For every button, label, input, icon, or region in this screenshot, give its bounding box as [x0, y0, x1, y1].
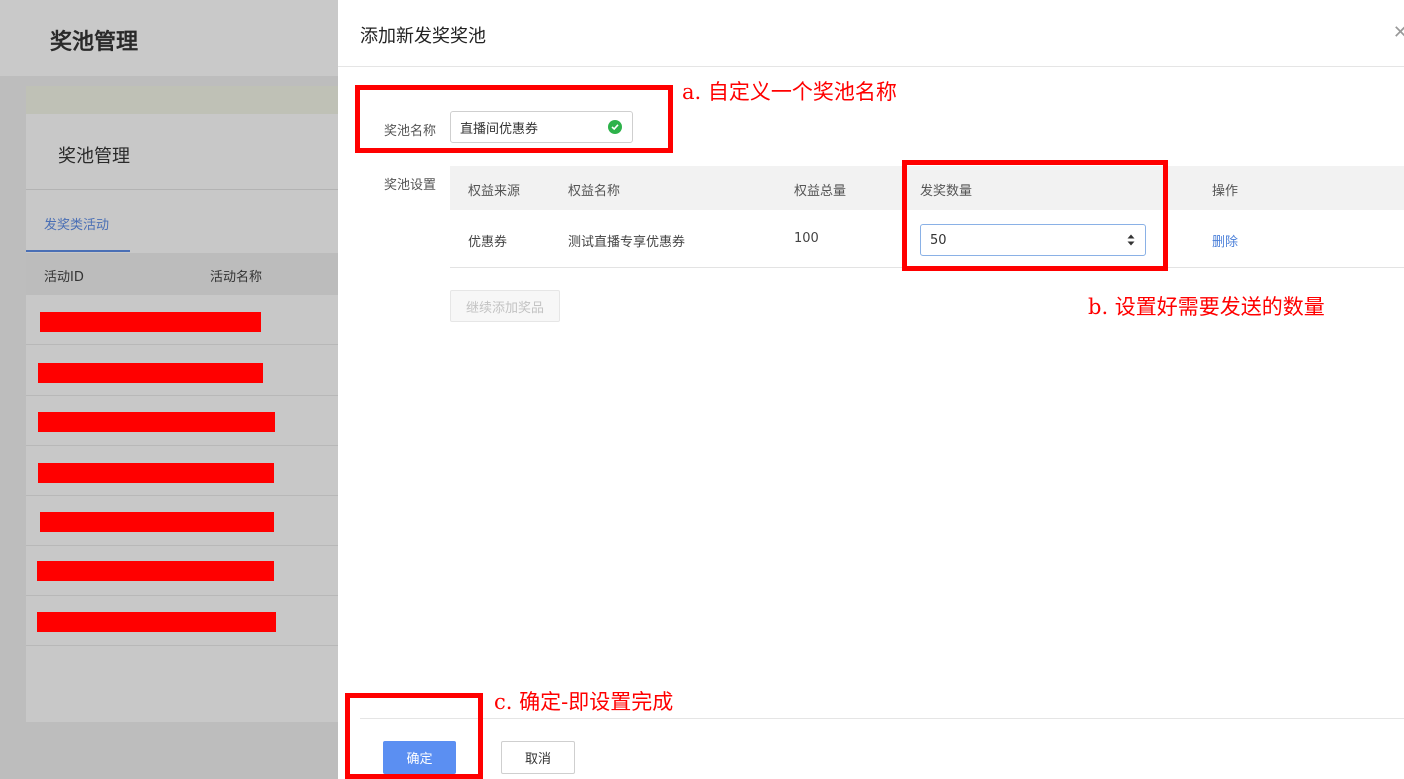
background-table-header: 活动ID 活动名称 [26, 253, 340, 295]
delete-link[interactable]: 删除 [1212, 231, 1238, 250]
tab-underline [26, 250, 130, 252]
annotation-a: a. 自定义一个奖池名称 [682, 80, 897, 104]
footer-divider [360, 718, 1404, 719]
table-row[interactable] [26, 496, 340, 546]
background-header-title: 奖池管理 [50, 30, 139, 55]
cancel-button[interactable]: 取消 [501, 741, 575, 774]
annotation-box-confirm [345, 693, 483, 779]
table-row[interactable] [26, 546, 340, 596]
redaction-bar [37, 561, 274, 581]
dialog-header: 添加新发奖奖池 ✕ [338, 0, 1404, 67]
annotation-c: c. 确定-即设置完成 [494, 690, 674, 714]
header-total: 权益总量 [794, 184, 847, 199]
header-source: 权益来源 [468, 184, 521, 199]
column-activity-id: 活动ID [44, 270, 84, 285]
row-total: 100 [794, 231, 819, 246]
redaction-bar [38, 463, 274, 483]
background-header: 奖池管理 [0, 0, 340, 76]
pool-settings-label: 奖池设置 [384, 178, 437, 193]
table-row[interactable] [26, 295, 340, 345]
background-panel: 奖池管理 发奖类活动 活动ID 活动名称 [26, 86, 340, 722]
table-row[interactable] [26, 346, 340, 396]
tab-award-activities[interactable]: 发奖类活动 [44, 214, 109, 233]
redaction-bar [40, 512, 274, 532]
add-prize-button[interactable]: 继续添加奖品 [450, 290, 560, 322]
row-name: 测试直播专享优惠券 [568, 235, 686, 250]
annotation-b: b. 设置好需要发送的数量 [1088, 295, 1325, 319]
annotation-box-pool-name [355, 85, 673, 153]
annotation-box-quantity [902, 160, 1168, 271]
column-activity-name: 活动名称 [210, 270, 263, 285]
background-strip [26, 86, 340, 114]
redaction-bar [38, 412, 275, 432]
table-row[interactable] [26, 396, 340, 446]
row-source: 优惠券 [468, 235, 508, 250]
background-divider [26, 189, 340, 190]
header-action: 操作 [1212, 184, 1239, 199]
redaction-bar [38, 363, 263, 383]
dialog-title: 添加新发奖奖池 [360, 26, 486, 47]
redaction-bar [40, 312, 261, 332]
redaction-bar [37, 612, 276, 632]
table-row[interactable] [26, 596, 340, 646]
background-panel-title: 奖池管理 [58, 146, 130, 167]
header-name: 权益名称 [568, 184, 621, 199]
table-row[interactable] [26, 446, 340, 496]
close-icon[interactable]: ✕ [1393, 22, 1404, 43]
